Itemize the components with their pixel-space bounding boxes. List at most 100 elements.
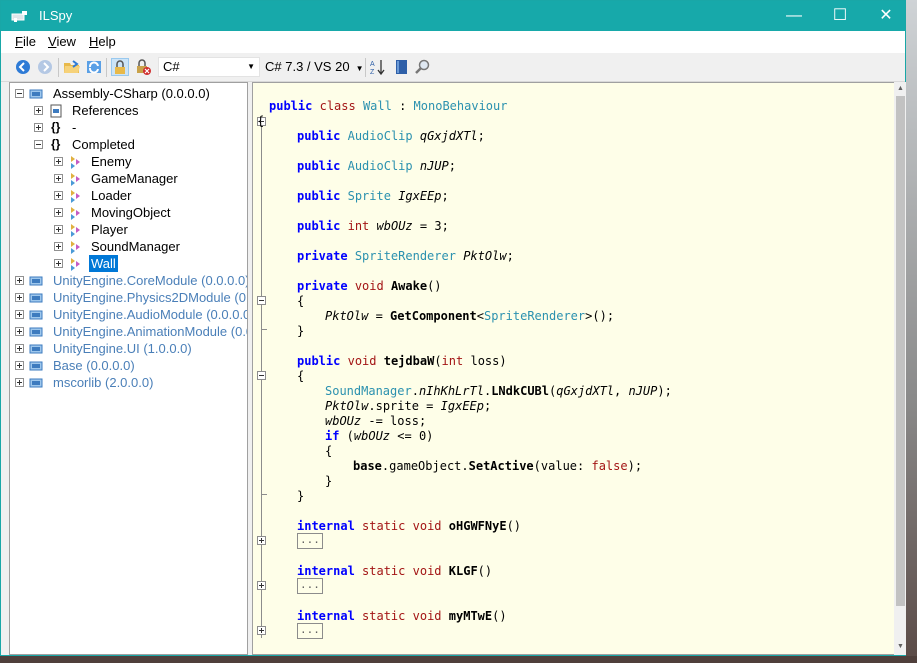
assembly-icon	[29, 89, 43, 99]
maximize-button[interactable]: ☐	[817, 1, 863, 31]
code-class-declaration: public class Wall : MonoBehaviour	[269, 99, 508, 113]
namespace-icon: {}	[51, 120, 61, 134]
reload-icon	[87, 61, 101, 74]
expand-toggle[interactable]	[54, 157, 63, 166]
language-select[interactable]: C# ▼	[158, 57, 260, 77]
code-brace: {	[297, 369, 305, 383]
menu-file[interactable]: File	[15, 34, 36, 49]
assembly-icon	[29, 310, 43, 320]
code-statement: base.gameObject.SetActive(value: false);	[353, 459, 643, 473]
fold-toggle-mymtwe[interactable]	[257, 626, 266, 635]
class-icon	[71, 241, 80, 254]
fold-toggle-awake[interactable]	[257, 296, 266, 305]
show-public-button[interactable]	[111, 58, 129, 76]
assembly-tree[interactable]: Assembly-CSharp (0.0.0.0) References {} …	[9, 82, 248, 655]
code-statement: PktOlw = GetComponent<SpriteRenderer>();	[325, 309, 615, 323]
document-button[interactable]	[392, 58, 410, 76]
expand-toggle[interactable]	[15, 361, 24, 370]
sort-icon: AZ	[370, 60, 385, 76]
class-icon	[71, 224, 80, 237]
version-value: C# 7.3 / VS 20	[265, 59, 350, 74]
expand-toggle[interactable]	[54, 259, 63, 268]
document-icon	[396, 60, 407, 74]
expand-toggle[interactable]	[15, 344, 24, 353]
class-icon	[71, 190, 80, 203]
minimize-icon: —	[786, 7, 802, 24]
expand-toggle[interactable]	[15, 310, 24, 319]
desktop-background	[906, 0, 917, 663]
collapse-toggle[interactable]	[15, 89, 24, 98]
menu-bar: File View Help	[1, 31, 905, 53]
expand-toggle[interactable]	[15, 293, 24, 302]
menu-help[interactable]: Help	[89, 34, 116, 49]
code-field: private SpriteRenderer PktOlw;	[297, 249, 514, 263]
toolbar: C# ▼ C# 7.3 / VS 20 ▼ AZ	[1, 54, 905, 82]
svg-text:Z: Z	[370, 69, 375, 76]
collapsed-body[interactable]: ...	[297, 623, 323, 639]
class-icon	[71, 173, 80, 186]
chevron-down-icon: ▼	[247, 62, 255, 71]
references-folder-icon	[50, 104, 62, 118]
assembly-icon	[29, 293, 43, 303]
reload-button[interactable]	[85, 58, 103, 76]
expand-toggle[interactable]	[54, 225, 63, 234]
code-brace: {	[297, 294, 305, 308]
class-icon	[71, 156, 80, 169]
assembly-icon	[29, 344, 43, 354]
back-button[interactable]	[14, 58, 32, 76]
sort-button[interactable]: AZ	[369, 58, 387, 76]
expand-toggle[interactable]	[15, 276, 24, 285]
expand-toggle[interactable]	[54, 242, 63, 251]
open-button[interactable]	[63, 58, 81, 76]
collapsed-body[interactable]: ...	[297, 578, 323, 594]
assembly-icon	[29, 276, 43, 286]
expand-toggle[interactable]	[15, 378, 24, 387]
code-view[interactable]: public class Wall : MonoBehaviour { publ…	[252, 82, 896, 655]
fold-toggle-klgf[interactable]	[257, 581, 266, 590]
code-field: public AudioClip nJUP;	[297, 159, 456, 173]
search-icon	[415, 59, 430, 74]
code-method-tejdbaw: public void tejdbaW(int loss)	[297, 354, 507, 368]
expand-toggle[interactable]	[54, 208, 63, 217]
desktop-background	[0, 656, 917, 663]
forward-button[interactable]	[36, 58, 54, 76]
expand-toggle[interactable]	[34, 106, 43, 115]
menu-view[interactable]: View	[48, 34, 76, 49]
code-statement: if (wbOUz <= 0)	[325, 429, 434, 443]
language-value: C#	[163, 59, 180, 74]
class-icon	[71, 207, 80, 220]
version-select[interactable]: C# 7.3 / VS 20 ▼	[265, 57, 363, 77]
expand-toggle[interactable]	[15, 327, 24, 336]
show-private-button[interactable]	[134, 58, 152, 76]
collapsed-body[interactable]: ...	[297, 533, 323, 549]
assembly-icon	[29, 327, 43, 337]
collapse-toggle[interactable]	[34, 140, 43, 149]
back-icon	[16, 60, 30, 74]
code-field: public int wbOUz = 3;	[297, 219, 449, 233]
chevron-down-icon: ▼	[355, 64, 364, 73]
fold-toggle-ohgwfnye[interactable]	[257, 536, 266, 545]
code-brace: }	[325, 474, 333, 488]
code-method-mymtwe: internal static void myMTwE()	[297, 609, 507, 623]
search-button[interactable]	[414, 58, 432, 76]
maximize-icon: ☐	[832, 7, 848, 24]
open-icon	[64, 60, 80, 73]
scroll-thumb[interactable]	[896, 96, 905, 606]
app-icon	[11, 11, 27, 22]
class-icon	[71, 258, 80, 271]
expand-toggle[interactable]	[54, 174, 63, 183]
expand-toggle[interactable]	[54, 191, 63, 200]
code-statement: wbOUz -= loss;	[325, 414, 427, 428]
ilspy-window: ILSpy — ☐ ✕ File View Help C# ▼ C# 7.3 /…	[0, 0, 907, 656]
close-button[interactable]: ✕	[863, 1, 909, 31]
forward-icon	[38, 60, 52, 74]
minimize-button[interactable]: —	[771, 1, 817, 31]
code-method-ohgwfnye: internal static void oHGWFNyE()	[297, 519, 522, 533]
show-private-icon	[137, 59, 151, 75]
code-method-awake: private void Awake()	[297, 279, 442, 293]
expand-toggle[interactable]	[34, 123, 43, 132]
namespace-icon: {}	[51, 137, 61, 151]
title-bar[interactable]: ILSpy — ☐ ✕	[1, 1, 905, 31]
fold-toggle-tejdbaw[interactable]	[257, 371, 266, 380]
code-method-klgf: internal static void KLGF()	[297, 564, 493, 578]
